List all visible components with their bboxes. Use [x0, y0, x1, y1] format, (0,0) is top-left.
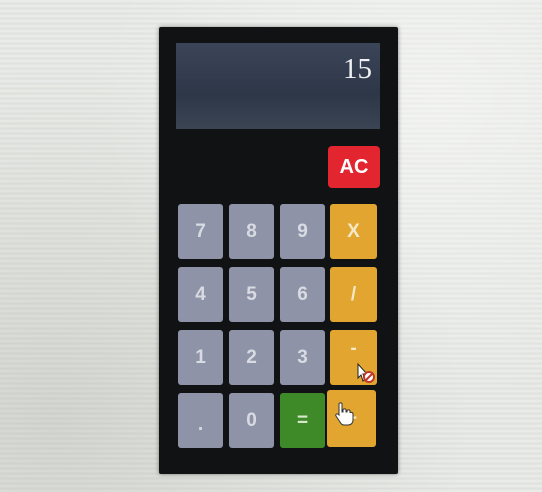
equals-button[interactable]: =	[280, 393, 325, 448]
display-value: 15	[343, 53, 372, 85]
digit-0-button[interactable]: 0	[229, 393, 274, 448]
digit-3-button[interactable]: 3	[280, 330, 325, 385]
add-button[interactable]: +	[327, 390, 376, 447]
digit-8-button[interactable]: 8	[229, 204, 274, 259]
multiply-button[interactable]: X	[330, 204, 377, 259]
digit-6-button[interactable]: 6	[280, 267, 325, 322]
subtract-button[interactable]: -	[330, 330, 377, 385]
digit-2-button[interactable]: 2	[229, 330, 274, 385]
digit-5-button[interactable]: 5	[229, 267, 274, 322]
calculator: 15 AC 7 8 9 X 4 5 6 / 1 2 3 - . 0 = +	[159, 27, 398, 474]
digit-9-button[interactable]: 9	[280, 204, 325, 259]
divide-button[interactable]: /	[330, 267, 377, 322]
digit-1-button[interactable]: 1	[178, 330, 223, 385]
all-clear-button[interactable]: AC	[328, 146, 380, 188]
decimal-button[interactable]: .	[178, 393, 223, 448]
digit-4-button[interactable]: 4	[178, 267, 223, 322]
digit-7-button[interactable]: 7	[178, 204, 223, 259]
calculator-display: 15	[176, 43, 380, 129]
